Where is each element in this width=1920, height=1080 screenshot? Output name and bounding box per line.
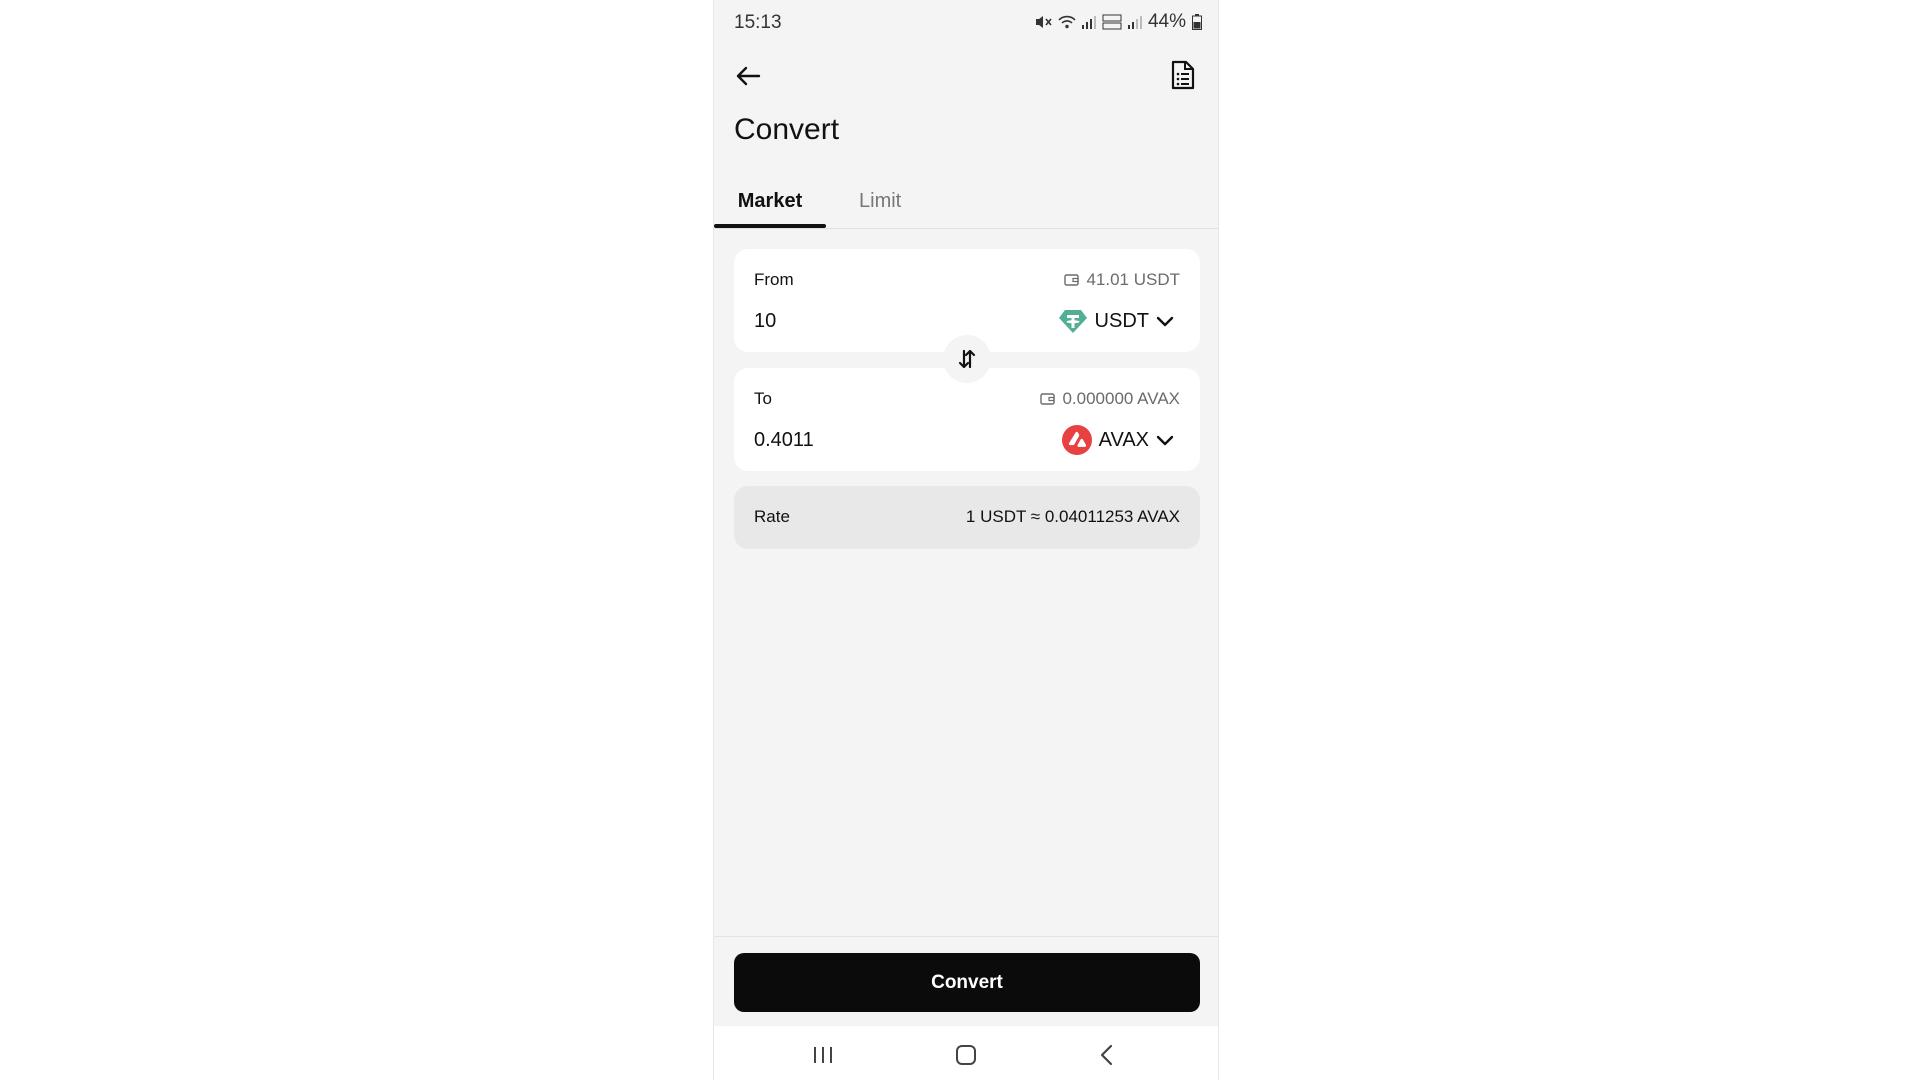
avax-logo-icon	[1061, 425, 1092, 455]
swap-arrows-icon	[958, 349, 976, 369]
wifi-icon	[1058, 14, 1076, 30]
volte-icon	[1102, 14, 1122, 30]
home-button[interactable]	[951, 1044, 981, 1066]
back-button[interactable]	[732, 60, 764, 92]
document-list-icon	[1171, 60, 1195, 90]
arrow-left-icon	[736, 66, 761, 86]
system-navigation-bar	[714, 1026, 1218, 1080]
recents-icon	[814, 1047, 832, 1063]
page-title: Convert	[734, 113, 840, 146]
from-token-selector[interactable]: USDT	[1058, 306, 1174, 336]
rate-row: Rate 1 USDT ≈ 0.04011253 AVAX	[734, 486, 1200, 549]
mute-icon	[1034, 14, 1052, 30]
battery-icon	[1192, 14, 1202, 30]
order-history-button[interactable]	[1166, 58, 1200, 92]
tab-limit[interactable]: Limit	[859, 190, 901, 213]
phone-screen: 15:13 44% Convert Market Limit From 41.0…	[713, 0, 1219, 1080]
to-balance-value: 0.000000 AVAX	[1062, 389, 1180, 408]
to-token-selector[interactable]: AVAX	[1061, 425, 1174, 455]
tab-market[interactable]: Market	[714, 190, 826, 213]
system-back-button[interactable]	[1092, 1044, 1122, 1066]
status-bar: 15:13 44%	[714, 0, 1218, 44]
recent-apps-button[interactable]	[808, 1044, 838, 1066]
convert-tabs: Market Limit	[714, 180, 1218, 229]
battery-percent: 44%	[1147, 11, 1186, 32]
chevron-down-icon	[1156, 316, 1174, 327]
from-token-symbol: USDT	[1094, 309, 1149, 332]
home-icon	[956, 1045, 976, 1065]
signal-icon-2	[1127, 15, 1142, 29]
from-balance-value: 41.01 USDT	[1086, 270, 1180, 289]
status-time: 15:13	[734, 12, 782, 33]
chevron-left-icon	[1100, 1044, 1113, 1066]
to-balance: 0.000000 AVAX	[1040, 389, 1180, 409]
to-label: To	[754, 389, 772, 408]
from-label: From	[754, 270, 794, 289]
swap-direction-button[interactable]	[943, 335, 991, 383]
from-amount-input[interactable]: 10	[754, 310, 776, 333]
status-icons: 44%	[1034, 11, 1202, 33]
signal-icon	[1081, 15, 1096, 29]
bottom-divider	[714, 936, 1218, 937]
to-card: To 0.000000 AVAX 0.4011 AVAX	[734, 368, 1200, 471]
rate-value: 1 USDT ≈ 0.04011253 AVAX	[965, 507, 1180, 526]
wallet-icon	[1064, 274, 1080, 286]
to-amount-input[interactable]: 0.4011	[754, 429, 814, 452]
active-tab-indicator	[714, 224, 826, 228]
convert-button[interactable]: Convert	[734, 953, 1200, 1012]
wallet-icon	[1040, 393, 1056, 405]
usdt-logo-icon	[1058, 310, 1087, 333]
rate-label: Rate	[754, 507, 790, 526]
from-balance: 41.01 USDT	[1064, 270, 1180, 290]
to-token-symbol: AVAX	[1098, 428, 1149, 451]
chevron-down-icon	[1156, 435, 1174, 446]
